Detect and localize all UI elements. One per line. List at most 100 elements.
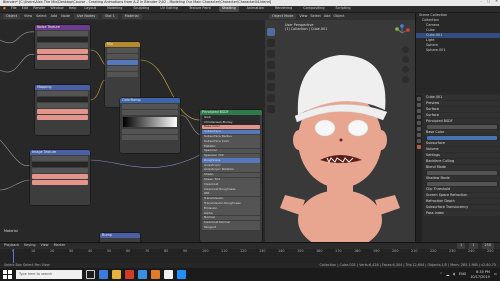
playhead[interactable]	[13, 249, 14, 263]
bsdf-field[interactable]: Specular Tint	[202, 153, 260, 159]
properties-value-field[interactable]	[427, 182, 497, 186]
properties-row[interactable]: Clip Threshold	[424, 187, 500, 192]
node-noise-texture[interactable]: Noise Texture	[35, 25, 90, 69]
properties-row[interactable]: Refraction Depth	[424, 199, 500, 204]
node-header-node-menu[interactable]: Node	[61, 14, 70, 18]
bsdf-field[interactable]: Specular	[202, 148, 260, 154]
tool-tab-icon[interactable]	[417, 97, 421, 101]
outliner-item[interactable]: Sphere.001	[416, 48, 500, 53]
viewport-object-menu[interactable]: Object	[333, 14, 344, 18]
node-bump[interactable]: Bump	[100, 233, 140, 242]
output-tab-icon[interactable]	[417, 109, 421, 113]
node-field[interactable]	[37, 91, 88, 96]
node-field[interactable]	[122, 129, 178, 134]
node-editor-canvas[interactable]: Noise Texture Mix Mapping ColorRamp Imag…	[0, 20, 265, 242]
colorramp-gradient[interactable]	[123, 117, 177, 127]
taskbar-search-input[interactable]: Type here to search	[16, 270, 82, 279]
workspace-tab-layout[interactable]: Layout	[81, 6, 99, 12]
properties-row[interactable]: Pass Index	[424, 211, 500, 216]
taskbar-app-icon[interactable]	[177, 270, 186, 279]
menu-window[interactable]: Window	[50, 6, 63, 10]
properties-value-field[interactable]	[427, 136, 497, 140]
taskbar-app-icon[interactable]	[112, 270, 121, 279]
node-field[interactable]	[32, 156, 88, 161]
bsdf-field[interactable]: Sheen Tint	[202, 177, 260, 182]
viewport-view-menu[interactable]: View	[299, 14, 307, 18]
character-model[interactable]	[265, 20, 415, 242]
menu-file[interactable]: File	[11, 6, 17, 10]
node-field[interactable]	[37, 103, 88, 108]
node-color-field[interactable]	[37, 115, 88, 120]
properties-row[interactable]: Base Color	[424, 130, 500, 135]
timeline-marker-menu[interactable]: Marker	[54, 243, 66, 247]
bsdf-field[interactable]: Subsurface	[202, 129, 260, 135]
properties-row[interactable]: Subsurface	[424, 141, 500, 146]
timeline[interactable]: Playback Keying View Marker 1 1 250 0102…	[0, 242, 500, 263]
taskbar-app-icon[interactable]	[151, 270, 160, 279]
workspace-tab-compositing[interactable]: Compositing	[300, 6, 327, 12]
viewport-add-menu[interactable]: Add	[324, 14, 331, 18]
properties-editor[interactable]: Cube.001 Preview Surface Surface Principled …	[416, 95, 500, 242]
workspace-tab-scripting[interactable]: Scripting	[333, 6, 354, 12]
bsdf-field[interactable]: IOR	[202, 191, 260, 197]
node-header-add-menu[interactable]: Add	[51, 14, 58, 18]
properties-row[interactable]: Screen Space Refraction	[424, 193, 500, 198]
taskbar-app-icon[interactable]	[125, 270, 134, 279]
render-tab-icon[interactable]	[417, 103, 421, 107]
use-nodes-checkbox[interactable]: Use Nodes	[74, 13, 99, 20]
bsdf-field[interactable]: Metallic	[202, 144, 260, 149]
bsdf-field[interactable]: Sheen	[202, 172, 260, 178]
node-field[interactable]	[32, 168, 88, 173]
properties-value-field[interactable]	[427, 171, 497, 175]
bsdf-field[interactable]: Clearcoat Roughness	[202, 187, 260, 192]
bsdf-field[interactable]: GGX	[202, 115, 260, 120]
node-field[interactable]	[32, 162, 88, 167]
node-principled-bsdf[interactable]: Principled BSDF GGX Christensen-Burley Bas…	[200, 110, 262, 242]
node-field[interactable]	[107, 72, 138, 77]
language-indicator[interactable]: ENG	[459, 272, 466, 276]
bsdf-field[interactable]: Anisotropic Rotation	[202, 167, 260, 173]
properties-row[interactable]: Surface	[424, 113, 500, 118]
properties-row[interactable]: Surface	[424, 107, 500, 112]
node-field[interactable]	[107, 66, 138, 71]
bsdf-field[interactable]: Anisotropic	[202, 163, 260, 168]
properties-row[interactable]: Cube.001	[424, 95, 500, 100]
node-header-view-menu[interactable]: View	[24, 14, 32, 18]
object-mode-dropdown[interactable]: Object Mode	[269, 13, 297, 20]
bsdf-field[interactable]: Transmission	[202, 196, 260, 202]
node-colorramp[interactable]: ColorRamp	[120, 98, 180, 153]
node-color-field[interactable]	[37, 109, 88, 114]
bsdf-field[interactable]: Transmission Roughness	[202, 201, 260, 206]
node-factor-slider[interactable]	[107, 60, 138, 65]
bsdf-field[interactable]: Clearcoat Normal	[202, 220, 260, 225]
node-field[interactable]	[107, 48, 138, 53]
task-view-icon[interactable]	[86, 270, 95, 279]
blender-logo-icon[interactable]: ●	[3, 6, 6, 10]
bsdf-field[interactable]: Christensen-Burley	[202, 120, 260, 125]
bsdf-field[interactable]: Clearcoat	[202, 182, 260, 187]
node-color-field[interactable]	[37, 49, 88, 54]
properties-row[interactable]: Subsurface Translucency	[424, 205, 500, 210]
object-tab-icon[interactable]	[417, 127, 421, 131]
properties-row[interactable]: Settings	[424, 153, 500, 158]
modifier-tab-icon[interactable]	[417, 133, 421, 137]
menu-edit[interactable]: Edit	[22, 6, 29, 10]
node-color-field[interactable]	[37, 55, 88, 60]
start-frame-field[interactable]: 1	[469, 243, 478, 249]
slot-dropdown[interactable]: Slot 1	[102, 13, 118, 20]
scene-tab-icon[interactable]	[417, 115, 421, 119]
timeline-view-menu[interactable]: View	[41, 243, 49, 247]
timeline-playback-menu[interactable]: Playback	[4, 243, 19, 247]
bsdf-field[interactable]: Base Color	[202, 124, 260, 130]
world-tab-icon[interactable]	[417, 121, 421, 125]
properties-row[interactable]: Shadow Mode	[424, 176, 500, 181]
node-color-field[interactable]	[32, 174, 88, 179]
menu-render[interactable]: Render	[33, 6, 45, 10]
workspace-tab-modeling[interactable]: Modeling	[104, 6, 125, 12]
bsdf-field[interactable]: Roughness	[202, 158, 260, 163]
properties-row[interactable]: Preview	[424, 101, 500, 106]
chevron-up-icon[interactable]: ^	[440, 272, 443, 276]
node-field[interactable]	[122, 104, 178, 109]
clock[interactable]: 8:35 PM 10/17/2019	[470, 270, 490, 278]
properties-row[interactable]: Backface Culling	[424, 159, 500, 164]
